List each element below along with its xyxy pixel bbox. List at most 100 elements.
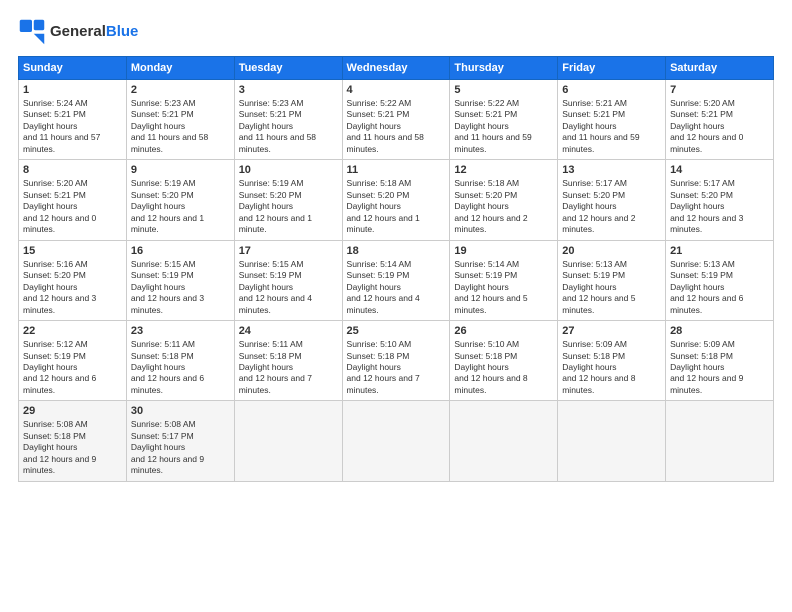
day-number: 25 — [347, 325, 446, 337]
day-info: Sunrise: 5:12 AMSunset: 5:19 PMDaylight … — [23, 339, 122, 396]
calendar-cell: 26 Sunrise: 5:10 AMSunset: 5:18 PMDayligh… — [450, 321, 558, 401]
day-info: Sunrise: 5:16 AMSunset: 5:20 PMDaylight … — [23, 259, 122, 316]
day-info: Sunrise: 5:11 AMSunset: 5:18 PMDaylight … — [131, 339, 230, 396]
logo-text: GeneralBlue — [50, 24, 138, 41]
calendar-cell: 24 Sunrise: 5:11 AMSunset: 5:18 PMDayligh… — [234, 321, 342, 401]
day-number: 27 — [562, 325, 661, 337]
day-info: Sunrise: 5:13 AMSunset: 5:19 PMDaylight … — [562, 259, 661, 316]
day-number: 19 — [454, 245, 553, 257]
calendar-cell: 10 Sunrise: 5:19 AMSunset: 5:20 PMDayligh… — [234, 160, 342, 240]
day-number: 12 — [454, 164, 553, 176]
day-info: Sunrise: 5:15 AMSunset: 5:19 PMDaylight … — [239, 259, 338, 316]
calendar-cell: 17 Sunrise: 5:15 AMSunset: 5:19 PMDayligh… — [234, 240, 342, 320]
day-number: 4 — [347, 84, 446, 96]
dow-friday: Friday — [558, 57, 666, 80]
calendar-cell: 29 Sunrise: 5:08 AMSunset: 5:18 PMDayligh… — [19, 401, 127, 481]
calendar-cell: 1Sunrise: 5:24 AMSunset: 5:21 PMDaylight… — [19, 80, 127, 160]
calendar-cell: 27 Sunrise: 5:09 AMSunset: 5:18 PMDayligh… — [558, 321, 666, 401]
calendar-cell: 20Sunrise: 5:13 AMSunset: 5:19 PMDayligh… — [558, 240, 666, 320]
calendar-cell: 19 Sunrise: 5:14 AMSunset: 5:19 PMDayligh… — [450, 240, 558, 320]
day-number: 11 — [347, 164, 446, 176]
calendar-week-2: 8 Sunrise: 5:20 AMSunset: 5:21 PMDaylight… — [19, 160, 774, 240]
calendar-cell: 18 Sunrise: 5:14 AMSunset: 5:19 PMDayligh… — [342, 240, 450, 320]
calendar-cell: 9Sunrise: 5:19 AMSunset: 5:20 PMDaylight… — [126, 160, 234, 240]
calendar-cell: 11 Sunrise: 5:18 AMSunset: 5:20 PMDayligh… — [342, 160, 450, 240]
calendar-cell: 8 Sunrise: 5:20 AMSunset: 5:21 PMDaylight… — [19, 160, 127, 240]
calendar-cell: 30Sunrise: 5:08 AMSunset: 5:17 PMDayligh… — [126, 401, 234, 481]
calendar-cell: 14Sunrise: 5:17 AMSunset: 5:20 PMDayligh… — [666, 160, 774, 240]
day-info: Sunrise: 5:20 AMSunset: 5:21 PMDaylight … — [23, 178, 122, 235]
calendar-table: SundayMondayTuesdayWednesdayThursdayFrid… — [18, 56, 774, 482]
day-number: 28 — [670, 325, 769, 337]
day-info: Sunrise: 5:14 AMSunset: 5:19 PMDaylight … — [454, 259, 553, 316]
calendar-cell: 21 Sunrise: 5:13 AMSunset: 5:19 PMDayligh… — [666, 240, 774, 320]
day-number: 24 — [239, 325, 338, 337]
calendar-week-5: 29 Sunrise: 5:08 AMSunset: 5:18 PMDayligh… — [19, 401, 774, 481]
dow-saturday: Saturday — [666, 57, 774, 80]
calendar-cell — [234, 401, 342, 481]
day-info: Sunrise: 5:17 AMSunset: 5:20 PMDaylight … — [670, 178, 769, 235]
day-number: 10 — [239, 164, 338, 176]
day-number: 5 — [454, 84, 553, 96]
calendar-cell: 13 Sunrise: 5:17 AMSunset: 5:20 PMDayligh… — [558, 160, 666, 240]
day-info: Sunrise: 5:24 AMSunset: 5:21 PMDaylight … — [23, 98, 122, 155]
day-number: 8 — [23, 164, 122, 176]
day-number: 16 — [131, 245, 230, 257]
calendar-cell: 15 Sunrise: 5:16 AMSunset: 5:20 PMDayligh… — [19, 240, 127, 320]
day-number: 23 — [131, 325, 230, 337]
day-info: Sunrise: 5:15 AMSunset: 5:19 PMDaylight … — [131, 259, 230, 316]
calendar-week-4: 22 Sunrise: 5:12 AMSunset: 5:19 PMDayligh… — [19, 321, 774, 401]
day-info: Sunrise: 5:22 AMSunset: 5:21 PMDaylight … — [347, 98, 446, 155]
calendar-week-1: 1Sunrise: 5:24 AMSunset: 5:21 PMDaylight… — [19, 80, 774, 160]
day-number: 9 — [131, 164, 230, 176]
day-info: Sunrise: 5:13 AMSunset: 5:19 PMDaylight … — [670, 259, 769, 316]
day-number: 21 — [670, 245, 769, 257]
calendar-cell: 25 Sunrise: 5:10 AMSunset: 5:18 PMDayligh… — [342, 321, 450, 401]
calendar-cell — [450, 401, 558, 481]
day-info: Sunrise: 5:23 AMSunset: 5:21 PMDaylight … — [131, 98, 230, 155]
header: GeneralBlue — [18, 18, 774, 46]
dow-monday: Monday — [126, 57, 234, 80]
day-number: 22 — [23, 325, 122, 337]
day-number: 6 — [562, 84, 661, 96]
calendar-cell: 16 Sunrise: 5:15 AMSunset: 5:19 PMDayligh… — [126, 240, 234, 320]
day-info: Sunrise: 5:09 AMSunset: 5:18 PMDaylight … — [562, 339, 661, 396]
calendar-cell: 6 Sunrise: 5:21 AMSunset: 5:21 PMDaylight… — [558, 80, 666, 160]
day-number: 15 — [23, 245, 122, 257]
day-info: Sunrise: 5:08 AMSunset: 5:17 PMDaylight … — [131, 419, 230, 476]
day-info: Sunrise: 5:10 AMSunset: 5:18 PMDaylight … — [454, 339, 553, 396]
logo-icon — [18, 18, 46, 46]
day-number: 29 — [23, 405, 122, 417]
dow-tuesday: Tuesday — [234, 57, 342, 80]
days-of-week-header: SundayMondayTuesdayWednesdayThursdayFrid… — [19, 57, 774, 80]
day-info: Sunrise: 5:14 AMSunset: 5:19 PMDaylight … — [347, 259, 446, 316]
day-info: Sunrise: 5:08 AMSunset: 5:18 PMDaylight … — [23, 419, 122, 476]
day-info: Sunrise: 5:21 AMSunset: 5:21 PMDaylight … — [562, 98, 661, 155]
calendar-cell: 7Sunrise: 5:20 AMSunset: 5:21 PMDaylight… — [666, 80, 774, 160]
day-info: Sunrise: 5:22 AMSunset: 5:21 PMDaylight … — [454, 98, 553, 155]
calendar-cell: 22 Sunrise: 5:12 AMSunset: 5:19 PMDayligh… — [19, 321, 127, 401]
calendar-cell: 3Sunrise: 5:23 AMSunset: 5:21 PMDaylight… — [234, 80, 342, 160]
day-info: Sunrise: 5:19 AMSunset: 5:20 PMDaylight … — [239, 178, 338, 235]
logo: GeneralBlue — [18, 18, 138, 46]
calendar-page: GeneralBlue SundayMondayTuesdayWednesday… — [0, 0, 792, 492]
calendar-cell — [558, 401, 666, 481]
calendar-cell: 4 Sunrise: 5:22 AMSunset: 5:21 PMDaylight… — [342, 80, 450, 160]
calendar-week-3: 15 Sunrise: 5:16 AMSunset: 5:20 PMDayligh… — [19, 240, 774, 320]
calendar-cell: 23 Sunrise: 5:11 AMSunset: 5:18 PMDayligh… — [126, 321, 234, 401]
day-number: 17 — [239, 245, 338, 257]
day-info: Sunrise: 5:17 AMSunset: 5:20 PMDaylight … — [562, 178, 661, 235]
day-number: 13 — [562, 164, 661, 176]
calendar-body: 1Sunrise: 5:24 AMSunset: 5:21 PMDaylight… — [19, 80, 774, 482]
day-number: 26 — [454, 325, 553, 337]
day-info: Sunrise: 5:18 AMSunset: 5:20 PMDaylight … — [347, 178, 446, 235]
calendar-cell: 2Sunrise: 5:23 AMSunset: 5:21 PMDaylight… — [126, 80, 234, 160]
calendar-cell: 12Sunrise: 5:18 AMSunset: 5:20 PMDayligh… — [450, 160, 558, 240]
dow-wednesday: Wednesday — [342, 57, 450, 80]
day-info: Sunrise: 5:23 AMSunset: 5:21 PMDaylight … — [239, 98, 338, 155]
day-number: 18 — [347, 245, 446, 257]
day-info: Sunrise: 5:09 AMSunset: 5:18 PMDaylight … — [670, 339, 769, 396]
day-info: Sunrise: 5:11 AMSunset: 5:18 PMDaylight … — [239, 339, 338, 396]
day-info: Sunrise: 5:10 AMSunset: 5:18 PMDaylight … — [347, 339, 446, 396]
dow-sunday: Sunday — [19, 57, 127, 80]
